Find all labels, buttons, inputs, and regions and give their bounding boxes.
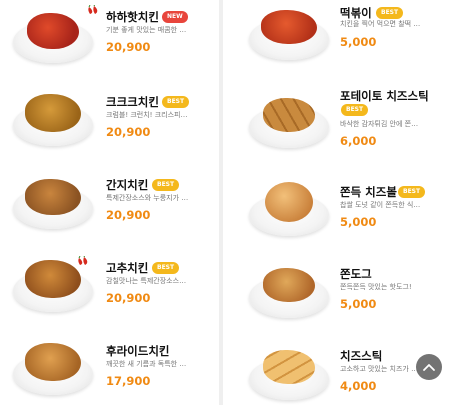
- chevron-up-icon: [423, 364, 435, 371]
- menu-item-desc: 바삭한 감자튀김 안에 쫀득…: [340, 120, 423, 128]
- menu-item-title: 간지치킨: [106, 178, 149, 192]
- food-image: [13, 86, 93, 146]
- menu-item-title: 크크크치킨: [106, 95, 159, 109]
- menu-item-title: 후라이드치킨: [106, 344, 170, 358]
- menu-item[interactable]: 포테이토 치즈스틱 BEST 바삭한 감자튀김 안에 쫀득… 6,000: [223, 78, 458, 158]
- menu-item-title: 고추치킨: [106, 261, 149, 275]
- menu-item-title: 쫀득 치즈볼: [340, 185, 397, 199]
- food-image: [249, 88, 329, 148]
- menu-item-desc: 치킨을 찍어 먹으면 찰떡 …: [340, 20, 421, 28]
- menu-item-price: 5,000: [340, 215, 377, 229]
- menu-item-desc: 쫀득쫀득 맛있는 핫도그!: [340, 283, 412, 291]
- chili-pepper-icon: [88, 5, 98, 14]
- menu-item-title: 포테이토 치즈스틱: [340, 89, 429, 103]
- new-badge: NEW: [162, 11, 188, 23]
- menu-item[interactable]: 쫀도그 쫀득쫀득 맛있는 핫도그! 5,000: [223, 248, 458, 328]
- menu-item-desc: 감칠맛나는 특제간장소스…: [106, 277, 187, 285]
- menu-item-desc: 고소하고 맛있는 치즈가 가…: [340, 365, 423, 373]
- best-badge: BEST: [152, 262, 180, 274]
- best-badge: BEST: [162, 96, 190, 108]
- menu-item[interactable]: 간지치킨 BEST 특제간장소스와 누룽지가 … 20,900: [0, 161, 219, 241]
- menu-item-price: 20,900: [106, 291, 151, 305]
- menu-item-desc: 기분 좋게 맛있는 매콤한 …: [106, 26, 187, 34]
- menu-item-price: 17,900: [106, 374, 151, 388]
- food-image: [249, 340, 329, 400]
- best-badge: BEST: [376, 7, 404, 19]
- best-badge: BEST: [152, 179, 180, 191]
- menu-item-title: 하하핫치킨: [106, 10, 159, 24]
- best-badge: BEST: [398, 186, 426, 198]
- menu-item[interactable]: 떡볶이 BEST 치킨을 찍어 먹으면 찰떡 … 5,000: [223, 0, 458, 75]
- menu-item-price: 4,000: [340, 379, 377, 393]
- chili-pepper-icon: [78, 256, 88, 265]
- menu-item[interactable]: 하하핫치킨 NEW 기분 좋게 맛있는 매콤한 … 20,900: [0, 0, 219, 75]
- menu-item[interactable]: 크크크치킨 BEST 크럼블! 크런치! 크리스피! … 20,900: [0, 78, 219, 158]
- menu-item-price: 20,900: [106, 208, 151, 222]
- food-image: [13, 3, 93, 63]
- menu-item-desc: 특제간장소스와 누룽지가 …: [106, 194, 189, 202]
- food-image: [13, 169, 93, 229]
- menu-item[interactable]: 쫀득 치즈볼 BEST 찹쌀 도넛 같이 쫀득한 식… 5,000: [223, 166, 458, 246]
- food-image: [249, 258, 329, 318]
- food-image: [13, 335, 93, 395]
- food-image: [249, 0, 329, 60]
- menu-item[interactable]: 고추치킨 BEST 감칠맛나는 특제간장소스… 20,900: [0, 244, 219, 324]
- menu-item-desc: 찹쌀 도넛 같이 쫀득한 식…: [340, 201, 421, 209]
- menu-column-sides: 떡볶이 BEST 치킨을 찍어 먹으면 찰떡 … 5,000 포테이토 치즈스틱…: [223, 0, 458, 405]
- scroll-to-top-button[interactable]: [416, 354, 442, 380]
- menu-item-title: 쫀도그: [340, 267, 372, 281]
- menu-item-desc: 크럼블! 크런치! 크리스피! …: [106, 111, 189, 119]
- menu-item[interactable]: 후라이드치킨 깨끗한 새 기름과 독특한 … 17,900: [0, 327, 219, 405]
- menu-item-price: 6,000: [340, 134, 377, 148]
- menu-item-desc: 깨끗한 새 기름과 독특한 …: [106, 360, 187, 368]
- menu-column-chicken: 하하핫치킨 NEW 기분 좋게 맛있는 매콤한 … 20,900 크크크치킨 B…: [0, 0, 219, 405]
- best-badge: BEST: [341, 104, 369, 116]
- menu-item-price: 20,900: [106, 125, 151, 139]
- menu-item-title: 치즈스틱: [340, 349, 383, 363]
- food-image: [249, 176, 329, 236]
- menu-item-price: 5,000: [340, 35, 377, 49]
- menu-item-price: 20,900: [106, 40, 151, 54]
- menu-item-price: 5,000: [340, 297, 377, 311]
